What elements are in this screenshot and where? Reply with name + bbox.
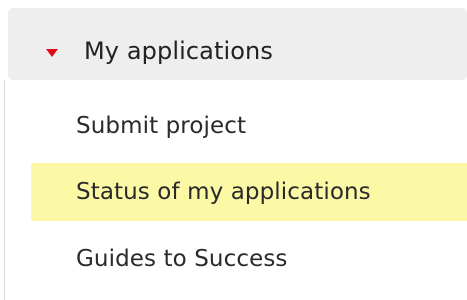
submenu-item-label: Status of my applications [76, 179, 371, 205]
submenu-item-label: Guides to Success [76, 246, 288, 272]
submenu-item-status-of-my-applications[interactable]: Status of my applications [31, 163, 467, 221]
submenu-divider [4, 80, 5, 300]
caret-down-icon [46, 49, 58, 57]
submenu-item-submit-project[interactable]: Submit project [31, 97, 467, 155]
my-applications-header[interactable]: My applications [8, 8, 467, 80]
submenu-item-label: Submit project [76, 113, 247, 139]
applications-menu: My applications Submit project Status of… [0, 0, 467, 300]
menu-header-title: My applications [84, 37, 273, 65]
submenu-item-guides-to-success[interactable]: Guides to Success [31, 230, 467, 288]
